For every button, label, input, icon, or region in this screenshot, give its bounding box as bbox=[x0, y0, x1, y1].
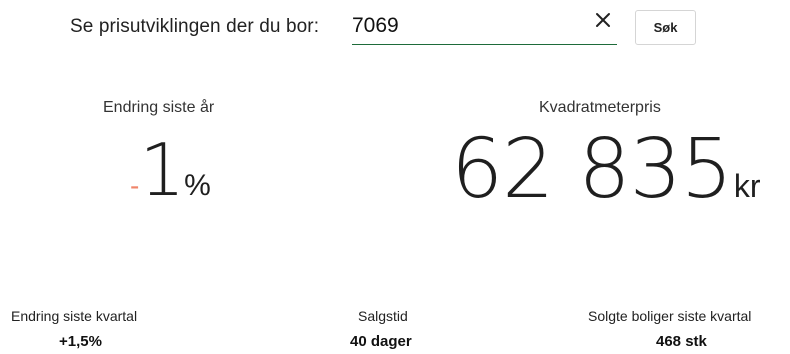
year-change-sign: - bbox=[130, 170, 140, 201]
year-change-title: Endring siste år bbox=[103, 99, 215, 116]
sales-time-value: 40 dager bbox=[350, 333, 412, 350]
search-button[interactable]: Søk bbox=[635, 10, 696, 45]
search-input[interactable] bbox=[352, 13, 582, 39]
sales-time-title: Salgstid bbox=[358, 308, 408, 324]
square-meter-price-value: 62 835kr bbox=[451, 122, 761, 217]
sold-homes-value: 468 stk bbox=[656, 333, 707, 350]
quarter-change-value: +1,5% bbox=[59, 333, 102, 350]
square-meter-price-title: Kvadratmeterpris bbox=[539, 99, 661, 116]
sold-homes-title: Solgte boliger siste kvartal bbox=[588, 308, 752, 324]
search-field[interactable] bbox=[352, 6, 617, 45]
close-icon[interactable] bbox=[594, 11, 612, 29]
search-label: Se prisutviklingen der du bor: bbox=[70, 16, 320, 37]
square-meter-price-number: 62 835 bbox=[451, 122, 733, 217]
square-meter-price-unit: kr bbox=[733, 168, 761, 204]
year-change-value: -1% bbox=[130, 128, 211, 218]
year-change-unit: % bbox=[184, 169, 211, 202]
year-change-number: 1 bbox=[139, 128, 185, 212]
quarter-change-title: Endring siste kvartal bbox=[11, 308, 138, 324]
